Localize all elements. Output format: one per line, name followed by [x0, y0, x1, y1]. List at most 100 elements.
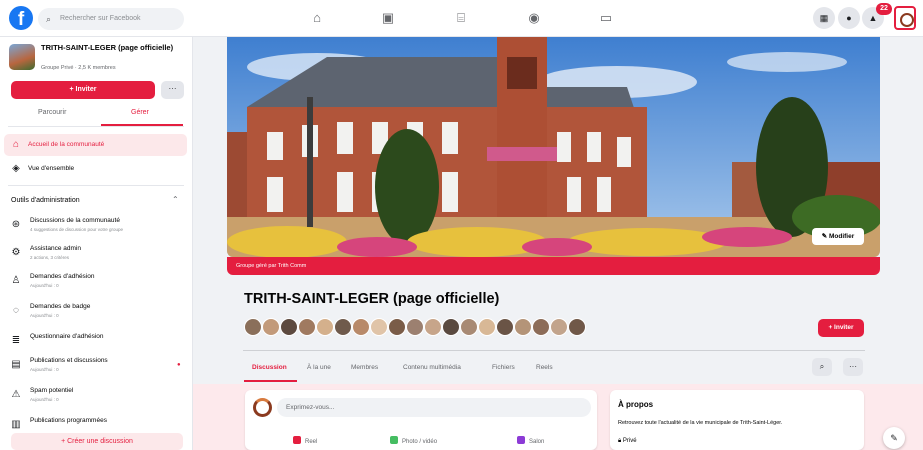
marketplace-nav-icon[interactable]: ⌸	[451, 9, 471, 27]
tab-members[interactable]: Membres	[351, 364, 378, 371]
menu-grid-icon[interactable]: ▦	[813, 7, 835, 29]
sidebar-item-posts-discussions[interactable]: ▤ Publications et discussions Aujourd'hu…	[4, 353, 187, 381]
admin-item-label: Spam potentiel	[30, 387, 74, 394]
member-avatar[interactable]	[568, 318, 586, 336]
page-title: TRITH-SAINT-LEGER (page officielle)	[244, 291, 500, 307]
sidebar-group-name[interactable]: TRITH-SAINT-LEGER (page officielle)	[41, 43, 181, 52]
overview-icon: ◈	[12, 163, 20, 174]
cover-photo	[227, 37, 880, 257]
member-avatar[interactable]	[352, 318, 370, 336]
sidebar-item-admin-assist[interactable]: ⚙ Assistance admin 2 actions, 3 critères	[4, 241, 187, 269]
member-avatar[interactable]	[244, 318, 262, 336]
edit-cover-button[interactable]: ✎ Modifier	[812, 228, 864, 245]
admin-tools-title: Outils d'administration	[11, 197, 80, 204]
calendar-icon: ▥	[11, 419, 21, 430]
member-avatar[interactable]	[496, 318, 514, 336]
admin-item-sub: 4 suggestions de discussion pour votre g…	[30, 227, 124, 232]
photo-action-label: Photo / vidéo	[402, 439, 438, 445]
search-input[interactable]: ⌕ Rechercher sur Facebook	[38, 8, 184, 30]
search-placeholder: Rechercher sur Facebook	[60, 15, 141, 22]
tab-reels[interactable]: Reels	[536, 364, 553, 371]
member-avatar[interactable]	[532, 318, 550, 336]
top-bar: f ⌕ Rechercher sur Facebook ⌂ ▣ ⌸ ◉ ▭ ▦ …	[0, 0, 923, 37]
new-message-button[interactable]: ✎	[883, 427, 905, 449]
member-avatar[interactable]	[460, 318, 478, 336]
home-nav-icon[interactable]: ⌂	[307, 9, 327, 27]
room-action-button[interactable]: Salon	[517, 436, 544, 445]
tab-discussion[interactable]: Discussion	[252, 364, 287, 371]
managed-by-banner: Groupe géré par Trith Comm	[227, 257, 880, 275]
group-more-button[interactable]: ···	[843, 358, 863, 376]
member-avatar[interactable]	[316, 318, 334, 336]
tab-media[interactable]: Contenu multimédia	[403, 364, 461, 371]
member-avatar[interactable]	[280, 318, 298, 336]
facebook-logo[interactable]: f	[9, 6, 33, 30]
edit-cover-label: Modifier	[828, 233, 855, 240]
questionnaire-icon: ≣	[11, 335, 21, 346]
admin-item-label: Assistance admin	[30, 245, 81, 252]
composer-avatar[interactable]	[253, 398, 272, 417]
tab-files[interactable]: Fichiers	[492, 364, 515, 371]
member-avatar[interactable]	[424, 318, 442, 336]
video-nav-icon[interactable]: ▣	[378, 9, 398, 27]
create-discussion-button[interactable]: + Créer une discussion	[11, 433, 183, 450]
tab-gerer[interactable]: Gérer	[131, 109, 149, 116]
search-icon: ⌕	[819, 362, 825, 371]
groups-nav-icon[interactable]: ◉	[524, 9, 544, 27]
sidebar-item-label: Accueil de la communauté	[28, 141, 105, 148]
compose-icon: ✎	[890, 433, 898, 443]
sidebar-item-membership-requests[interactable]: ♙ Demandes d'adhésion Aujourd'hui : 0	[4, 269, 187, 297]
composer-input[interactable]: Exprimez-vous...	[277, 398, 591, 417]
tab-parcourir[interactable]: Parcourir	[38, 109, 66, 116]
member-avatar[interactable]	[550, 318, 568, 336]
member-avatar[interactable]	[334, 318, 352, 336]
sidebar-item-potential-spam[interactable]: ⚠ Spam potentiel Aujourd'hui : 0	[4, 383, 187, 411]
member-avatar[interactable]	[514, 318, 532, 336]
admin-item-label: Demandes de badge	[30, 303, 91, 310]
privacy-label: Privé	[622, 438, 637, 444]
tab-featured[interactable]: À la une	[307, 364, 331, 371]
about-title: À propos	[618, 400, 654, 409]
member-avatar[interactable]	[442, 318, 460, 336]
group-search-button[interactable]: ⌕	[812, 358, 832, 376]
sidebar-divider	[8, 185, 184, 186]
sidebar-item-label: Vue d'ensemble	[28, 165, 75, 172]
video-room-icon	[517, 436, 525, 444]
town-hall-photo	[227, 37, 880, 257]
profile-avatar[interactable]	[894, 6, 916, 30]
about-privacy: 🔒︎ Privé	[618, 438, 637, 445]
admin-item-sub: Aujourd'hui : 0	[30, 397, 59, 402]
photo-video-action-button[interactable]: Photo / vidéo	[390, 436, 437, 445]
about-card: À propos Retrouvez toute l'actualité de …	[610, 390, 864, 450]
search-icon: ⌕	[46, 14, 52, 24]
member-avatar[interactable]	[262, 318, 280, 336]
room-action-label: Salon	[529, 439, 545, 445]
reel-icon	[293, 436, 301, 444]
notification-badge: 22	[876, 3, 892, 15]
sidebar-invite-button[interactable]: + Inviter	[11, 81, 155, 99]
member-avatar[interactable]	[406, 318, 424, 336]
member-avatar[interactable]	[478, 318, 496, 336]
admin-item-sub: Aujourd'hui : 0	[30, 283, 59, 288]
sidebar-item-badge-requests[interactable]: ◌ Demandes de badge Aujourd'hui : 0	[4, 299, 187, 327]
admin-item-label: Discussions de la communauté	[30, 217, 120, 224]
header-divider	[243, 350, 865, 351]
sidebar-item-community-discussions[interactable]: ⊛ Discussions de la communauté 4 suggest…	[4, 213, 187, 241]
reel-action-button[interactable]: Reel	[293, 436, 317, 445]
admin-item-sub: Aujourd'hui : 0	[30, 367, 59, 372]
sidebar-item-community-home[interactable]: ⌂ Accueil de la communauté	[4, 134, 187, 156]
member-avatar[interactable]	[370, 318, 388, 336]
group-thumbnail[interactable]	[9, 44, 35, 70]
messenger-icon[interactable]: ●	[838, 7, 860, 29]
member-avatar[interactable]	[298, 318, 316, 336]
invite-button[interactable]: + Inviter	[818, 319, 864, 337]
sidebar-item-overview[interactable]: ◈ Vue d'ensemble	[4, 158, 187, 180]
gaming-nav-icon[interactable]: ▭	[596, 9, 616, 27]
admin-item-label: Publications programmées	[30, 417, 107, 424]
sidebar-more-button[interactable]: ···	[161, 81, 184, 99]
chevron-up-icon[interactable]: ⌃	[172, 195, 179, 204]
pencil-icon: ✎	[821, 233, 829, 240]
discussion-icon: ⊛	[11, 219, 21, 230]
post-composer: Exprimez-vous... Reel Photo / vidéo Salo…	[245, 390, 597, 450]
member-avatar[interactable]	[388, 318, 406, 336]
